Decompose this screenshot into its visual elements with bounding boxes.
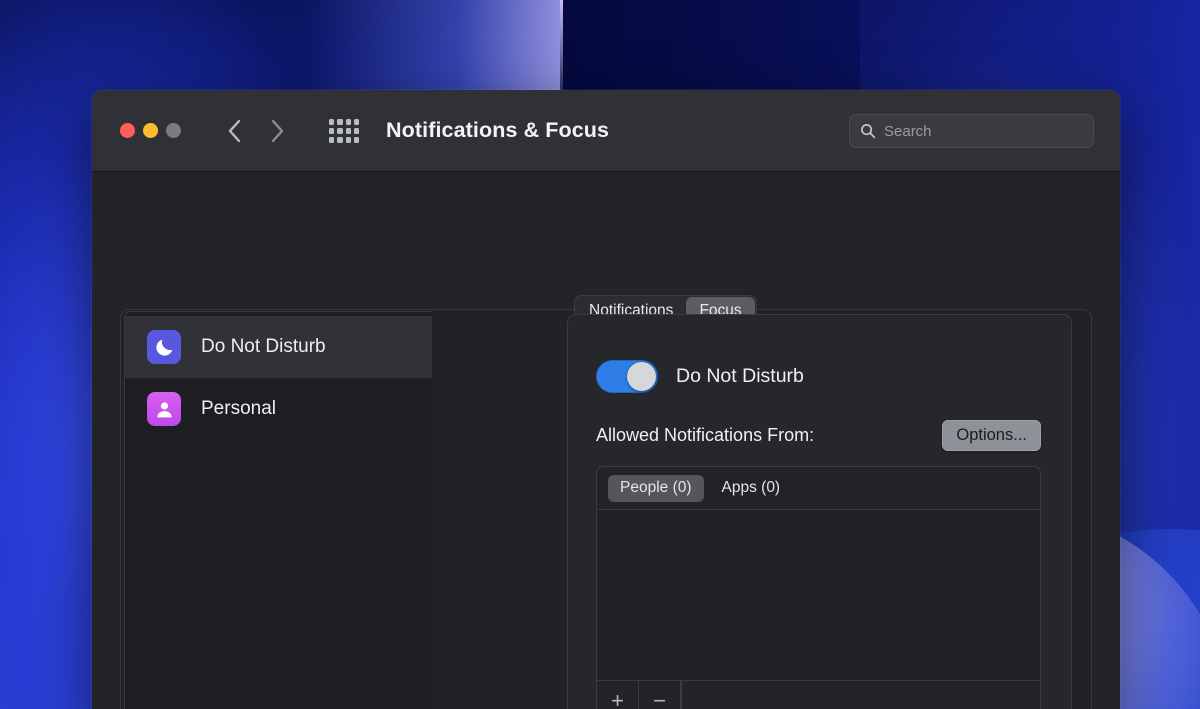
do-not-disturb-toggle-row: Do Not Disturb xyxy=(596,360,1071,393)
wallpaper-top-highlight xyxy=(560,0,563,95)
sidebar-item-personal[interactable]: Personal xyxy=(125,378,432,440)
moon-icon xyxy=(147,330,181,364)
traffic-light-buttons xyxy=(120,123,181,138)
allowed-list-body[interactable] xyxy=(597,510,1040,680)
search-icon xyxy=(860,123,876,139)
allowed-notifications-label: Allowed Notifications From: xyxy=(596,425,814,446)
sidebar-item-label: Do Not Disturb xyxy=(201,336,326,358)
sidebar-item-do-not-disturb[interactable]: Do Not Disturb xyxy=(125,316,432,378)
allowed-list-box: People (0) Apps (0) + − xyxy=(596,466,1041,709)
remove-button[interactable]: − xyxy=(639,681,681,709)
toggle-label: Do Not Disturb xyxy=(676,365,804,388)
focus-sidebar: Do Not Disturb Personal xyxy=(124,311,432,709)
system-preferences-window: Notifications & Focus Notifications Focu… xyxy=(92,90,1120,709)
tab-people[interactable]: People (0) xyxy=(608,475,704,502)
grid-apps-icon[interactable] xyxy=(329,119,359,143)
chevron-right-icon[interactable] xyxy=(267,116,289,146)
do-not-disturb-toggle[interactable] xyxy=(596,360,658,393)
options-button[interactable]: Options... xyxy=(942,420,1041,451)
navigation-buttons xyxy=(223,116,289,146)
sidebar-item-label: Personal xyxy=(201,398,276,420)
footer-separator xyxy=(681,681,682,709)
close-button[interactable] xyxy=(120,123,135,138)
zoom-button[interactable] xyxy=(166,123,181,138)
person-icon xyxy=(147,392,181,426)
allowed-list-footer: + − xyxy=(597,680,1040,709)
toggle-knob xyxy=(627,362,656,391)
allowed-list-tabs: People (0) Apps (0) xyxy=(597,467,1040,510)
window-toolbar: Notifications & Focus xyxy=(92,90,1120,172)
search-input[interactable] xyxy=(884,123,1083,140)
tab-apps[interactable]: Apps (0) xyxy=(710,475,793,502)
focus-detail-pane: Do Not Disturb Allowed Notifications Fro… xyxy=(567,314,1072,709)
add-button[interactable]: + xyxy=(597,681,639,709)
allowed-notifications-row: Allowed Notifications From: Options... xyxy=(596,420,1041,451)
window-body: Notifications Focus Do Not Disturb xyxy=(92,172,1120,709)
search-field[interactable] xyxy=(849,114,1094,148)
chevron-left-icon[interactable] xyxy=(223,116,245,146)
page-title: Notifications & Focus xyxy=(386,118,609,143)
minimize-button[interactable] xyxy=(143,123,158,138)
